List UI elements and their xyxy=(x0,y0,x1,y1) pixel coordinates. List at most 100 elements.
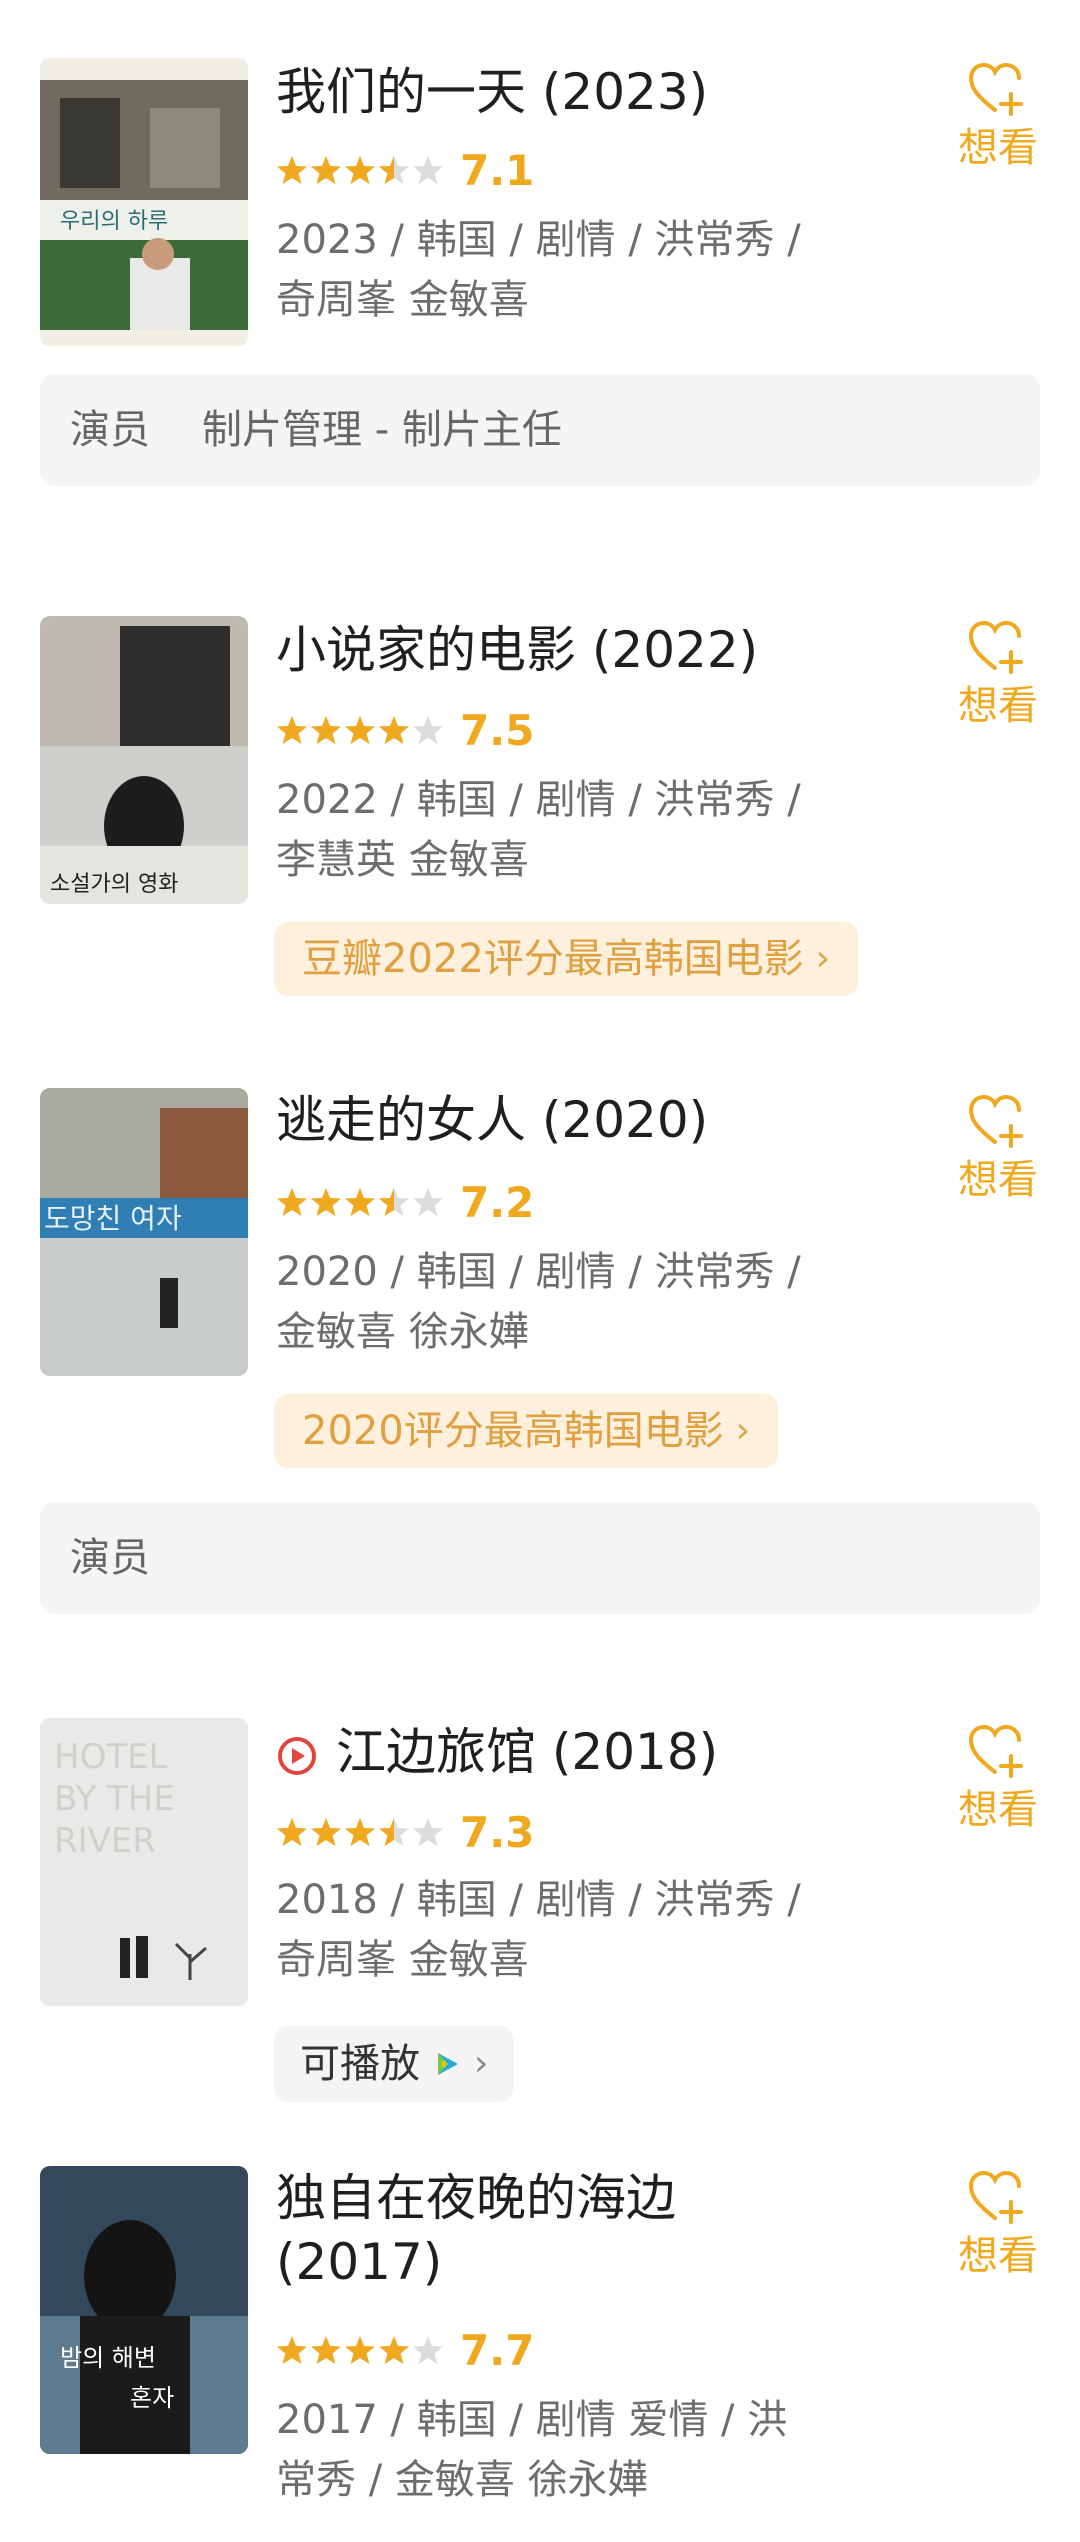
star-icon xyxy=(311,716,341,744)
video-app-icon xyxy=(438,2053,458,2075)
rating-score: 7.2 xyxy=(460,1177,535,1227)
badge-text: 豆瓣2022评分最高韩国电影 xyxy=(302,936,804,982)
movie-meta: 2022 / 韩国 / 剧情 / 洪常秀 / 李慧英 金敏喜 xyxy=(276,777,801,883)
svg-text:BY THE: BY THE xyxy=(54,1779,175,1819)
ranking-badge[interactable]: 豆瓣2022评分最高韩国电影 › xyxy=(274,922,859,996)
movie-meta: 2018 / 韩国 / 剧情 / 洪常秀 / 奇周峯 金敏喜 xyxy=(276,1877,801,1983)
heart-plus-icon xyxy=(968,62,1023,116)
ranking-badge[interactable]: 2020评分最高韩国电影 › xyxy=(274,1394,779,1468)
want-to-watch-button[interactable]: 想看 xyxy=(948,618,1048,732)
chevron-right-icon: › xyxy=(815,938,831,979)
star-icon xyxy=(345,716,375,744)
svg-text:우리의 하루: 우리의 하루 xyxy=(60,209,168,234)
rating-row: 7.2 xyxy=(276,1177,535,1227)
movie-title[interactable]: 江边旅馆 (2018) xyxy=(276,1720,916,1784)
star-icon xyxy=(311,2336,341,2364)
want-label: 想看 xyxy=(958,1157,1038,1203)
star-icon xyxy=(413,156,443,184)
star-icon xyxy=(311,156,341,184)
star-icon xyxy=(277,716,307,744)
movie-poster[interactable]: 우리의 하루 xyxy=(40,58,248,346)
star-icon xyxy=(277,1818,307,1846)
star-icon xyxy=(379,2336,409,2364)
heart-plus-icon xyxy=(968,1724,1023,1778)
star-icon xyxy=(311,1818,341,1846)
role-label: 演员 xyxy=(70,407,150,453)
heart-plus-icon xyxy=(968,2170,1023,2224)
chevron-right-icon: › xyxy=(474,2043,489,2084)
movie-title[interactable]: 我们的一天 (2023) xyxy=(276,60,916,124)
star-icon xyxy=(277,156,307,184)
star-icon xyxy=(277,2336,307,2364)
want-to-watch-button[interactable]: 想看 xyxy=(948,60,1048,174)
movie-poster[interactable]: 밤의 해변 혼자 xyxy=(40,2166,248,2454)
rating-row: 7.3 xyxy=(276,1807,535,1857)
role-extra: 制片管理 - 制片主任 xyxy=(202,407,562,453)
star-rating xyxy=(276,1816,446,1848)
poster-image: HOTEL BY THE RIVER xyxy=(40,1718,248,2006)
want-label: 想看 xyxy=(958,683,1038,729)
play-label: 可播放 xyxy=(300,2041,420,2087)
want-to-watch-button[interactable]: 想看 xyxy=(948,1092,1048,1206)
rating-row: 7.1 xyxy=(276,145,535,195)
star-icon xyxy=(311,1188,341,1216)
rating-score: 7.5 xyxy=(460,705,535,755)
rating-row: 7.5 xyxy=(276,705,535,755)
star-icon xyxy=(277,1188,307,1216)
star-icon xyxy=(345,1818,375,1846)
star-icon xyxy=(413,1188,443,1216)
rating-score: 7.7 xyxy=(460,2325,535,2375)
want-to-watch-button[interactable]: 想看 xyxy=(948,1722,1048,1836)
play-circle-icon xyxy=(278,1736,316,1775)
movie-meta: 2020 / 韩国 / 剧情 / 洪常秀 / 金敏喜 徐永嬅 xyxy=(276,1249,801,1355)
role-bar: 演员 xyxy=(40,1502,1040,1614)
star-icon xyxy=(379,1818,409,1846)
want-to-watch-button[interactable]: 想看 xyxy=(948,2168,1048,2282)
role-bar: 演员 制片管理 - 制片主任 xyxy=(40,374,1040,486)
star-icon xyxy=(379,716,409,744)
movie-meta: 2017 / 韩国 / 剧情 爱情 / 洪常秀 / 金敏喜 徐永嬅 xyxy=(276,2397,788,2503)
svg-text:RIVER: RIVER xyxy=(54,1821,156,1861)
svg-text:도망친 여자: 도망친 여자 xyxy=(44,1202,182,1235)
star-icon xyxy=(413,1818,443,1846)
rating-score: 7.1 xyxy=(460,145,535,195)
poster-image: 밤의 해변 혼자 xyxy=(40,2166,248,2454)
movie-poster[interactable]: 도망친 여자 xyxy=(40,1088,248,1376)
star-icon xyxy=(379,1188,409,1216)
playable-button[interactable]: 可播放 › xyxy=(274,2026,515,2102)
star-rating xyxy=(276,154,446,186)
rating-score: 7.3 xyxy=(460,1807,535,1857)
star-rating xyxy=(276,2334,446,2366)
movie-title-text: 江边旅馆 (2018) xyxy=(336,1723,719,1781)
badge-text: 2020评分最高韩国电影 xyxy=(302,1408,724,1454)
want-label: 想看 xyxy=(958,2233,1038,2279)
want-label: 想看 xyxy=(958,1787,1038,1833)
star-icon xyxy=(345,1188,375,1216)
star-icon xyxy=(413,2336,443,2364)
movie-poster[interactable]: 소설가의 영화 xyxy=(40,616,248,904)
rating-row: 7.7 xyxy=(276,2325,535,2375)
star-icon xyxy=(379,156,409,184)
chevron-right-icon: › xyxy=(735,1410,751,1451)
movie-title[interactable]: 小说家的电影 (2022) xyxy=(276,618,916,682)
want-label: 想看 xyxy=(958,125,1038,171)
role-label: 演员 xyxy=(70,1535,150,1581)
poster-image: 우리의 하루 xyxy=(40,58,248,346)
star-icon xyxy=(345,156,375,184)
svg-text:혼자: 혼자 xyxy=(130,2384,174,2412)
movie-meta: 2023 / 韩国 / 剧情 / 洪常秀 / 奇周峯 金敏喜 xyxy=(276,217,801,323)
svg-text:소설가의 영화: 소설가의 영화 xyxy=(50,872,178,897)
star-rating xyxy=(276,1186,446,1218)
heart-plus-icon xyxy=(968,1094,1023,1148)
movie-title[interactable]: 逃走的女人 (2020) xyxy=(276,1088,916,1152)
poster-image: 소설가의 영화 xyxy=(40,616,248,904)
svg-text:HOTEL: HOTEL xyxy=(54,1737,168,1777)
star-rating xyxy=(276,714,446,746)
poster-image: 도망친 여자 xyxy=(40,1088,248,1376)
heart-plus-icon xyxy=(968,620,1023,674)
svg-text:밤의 해변: 밤의 해변 xyxy=(60,2344,156,2372)
star-icon xyxy=(345,2336,375,2364)
movie-title[interactable]: 独自在夜晚的海边 (2017) xyxy=(276,2166,776,2294)
star-icon xyxy=(413,716,443,744)
movie-poster[interactable]: HOTEL BY THE RIVER xyxy=(40,1718,248,2006)
